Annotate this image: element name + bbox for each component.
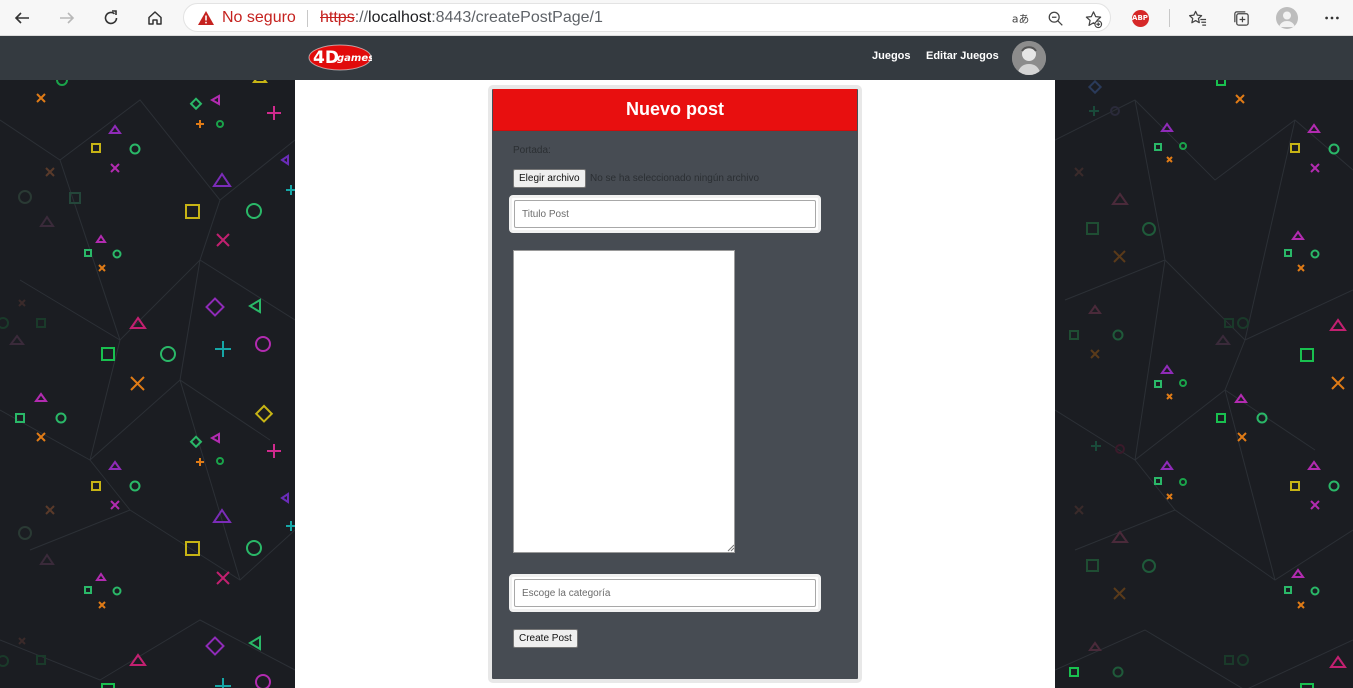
adblock-label: ABP (1131, 9, 1149, 27)
site-navbar: 4D games Juegos Editar Juegos (0, 36, 1353, 80)
url-path: :8443/createPostPage/1 (431, 9, 603, 26)
not-secure-label[interactable]: No seguro (222, 9, 296, 27)
page-title: Nuevo post (493, 89, 857, 131)
background-pattern-right (1055, 80, 1353, 688)
warning-icon[interactable] (197, 10, 215, 26)
zoom-icon[interactable] (1046, 9, 1066, 29)
url-host: localhost (368, 9, 432, 26)
read-aloud-icon[interactable]: aあ (1010, 9, 1030, 29)
svg-text:4D: 4D (313, 48, 339, 68)
back-arrow-icon[interactable] (8, 4, 36, 32)
collections-icon[interactable] (1229, 6, 1253, 30)
home-icon[interactable] (141, 4, 169, 32)
nav-link-juegos[interactable]: Juegos (872, 50, 911, 62)
site-logo[interactable]: 4D games (308, 44, 372, 71)
game-symbols-pattern (0, 80, 295, 688)
forward-arrow-icon[interactable] (53, 4, 81, 32)
nav-link-editar-juegos[interactable]: Editar Juegos (926, 50, 999, 62)
resize-grip-icon[interactable] (727, 544, 735, 552)
choose-file-button[interactable]: Elegir archivo (513, 169, 586, 188)
post-body-textarea[interactable] (513, 250, 735, 553)
address-separator (307, 10, 308, 27)
toolbar-separator (1169, 9, 1170, 27)
new-post-card: Nuevo post Portada: Elegir archivo No se… (488, 85, 862, 683)
more-icon[interactable] (1320, 6, 1344, 30)
title-input-wrapper (509, 195, 821, 233)
title-input[interactable] (514, 200, 816, 228)
svg-text:games: games (337, 53, 372, 64)
avatar[interactable] (1012, 41, 1046, 75)
address-bar[interactable]: No seguro https://localhost:8443/createP… (183, 3, 1111, 32)
url-scheme: https (320, 9, 355, 26)
file-status-text: No se ha seleccionado ningún archivo (590, 173, 759, 184)
profile-icon[interactable] (1275, 6, 1299, 30)
url-separator: :// (354, 9, 369, 26)
adblock-icon[interactable]: ABP (1128, 6, 1152, 30)
game-symbols-pattern (1055, 80, 1353, 688)
create-post-button[interactable]: Create Post (513, 629, 578, 648)
category-input-wrapper (509, 574, 821, 612)
svg-text:aあ: aあ (1012, 13, 1029, 26)
favorites-icon[interactable] (1185, 6, 1209, 30)
cover-label: Portada: (513, 145, 551, 156)
reload-icon[interactable] (97, 4, 125, 32)
background-pattern-left (0, 80, 295, 688)
add-favorite-icon[interactable] (1083, 9, 1103, 29)
category-input[interactable] (514, 579, 816, 607)
url-text[interactable]: https://localhost:8443/createPostPage/1 (320, 9, 603, 27)
browser-toolbar: No seguro https://localhost:8443/createP… (0, 0, 1353, 36)
